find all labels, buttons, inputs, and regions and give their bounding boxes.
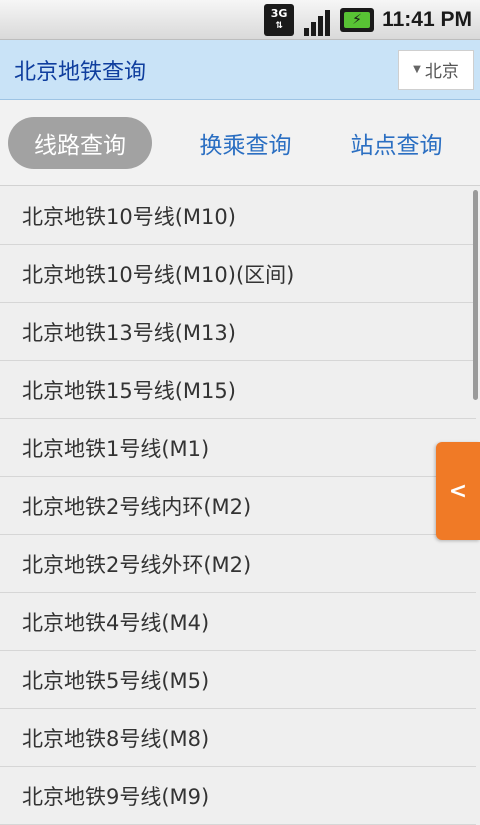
battery-charging-icon: ⚡	[340, 7, 375, 32]
list-item[interactable]: 北京地铁10号线(M10)	[0, 187, 476, 245]
tab-line-query[interactable]: 线路查询	[8, 116, 152, 169]
tab-bar: 线路查询 换乘查询 站点查询	[0, 100, 480, 186]
3g-icon: 3G ⇅	[264, 3, 295, 36]
caret-down-icon: ▼	[413, 64, 421, 75]
network-label: 3G	[270, 6, 288, 20]
page-title: 北京地铁查询	[14, 59, 147, 85]
signal-icon	[302, 4, 332, 36]
list-item[interactable]: 北京地铁8号线(M8)	[0, 709, 476, 767]
tab-transfer-query[interactable]: 换乘查询	[170, 117, 321, 169]
list-item[interactable]: 北京地铁2号线内环(M2)	[0, 477, 476, 535]
clock: 11:41 PM	[382, 7, 472, 31]
list-item[interactable]: 北京地铁10号线(M10)(区间)	[0, 245, 476, 303]
list-item[interactable]: 北京地铁1号线(M1)	[0, 419, 476, 477]
list-item[interactable]: 北京地铁2号线外环(M2)	[0, 535, 476, 593]
route-list: 北京地铁10号线(M10) 北京地铁10号线(M10)(区间) 北京地铁13号线…	[0, 187, 476, 825]
scrollbar[interactable]	[473, 190, 478, 400]
status-bar: 3G ⇅ ⚡ 11:41 PM	[0, 0, 480, 40]
list-item[interactable]: 北京地铁9号线(M9)	[0, 767, 476, 825]
city-select-value: 北京	[424, 62, 459, 82]
list-item[interactable]: 北京地铁13号线(M13)	[0, 303, 476, 361]
city-select[interactable]: ▼ 北京	[398, 49, 474, 90]
list-item[interactable]: 北京地铁4号线(M4)	[0, 593, 476, 651]
side-toggle-button[interactable]: <	[436, 442, 480, 540]
list-item[interactable]: 北京地铁5号线(M5)	[0, 651, 476, 709]
chevron-left-icon: <	[448, 478, 468, 504]
tab-station-query[interactable]: 站点查询	[321, 117, 472, 169]
title-bar: 北京地铁查询 ▼ 北京	[0, 40, 480, 100]
list-item[interactable]: 北京地铁15号线(M15)	[0, 361, 476, 419]
